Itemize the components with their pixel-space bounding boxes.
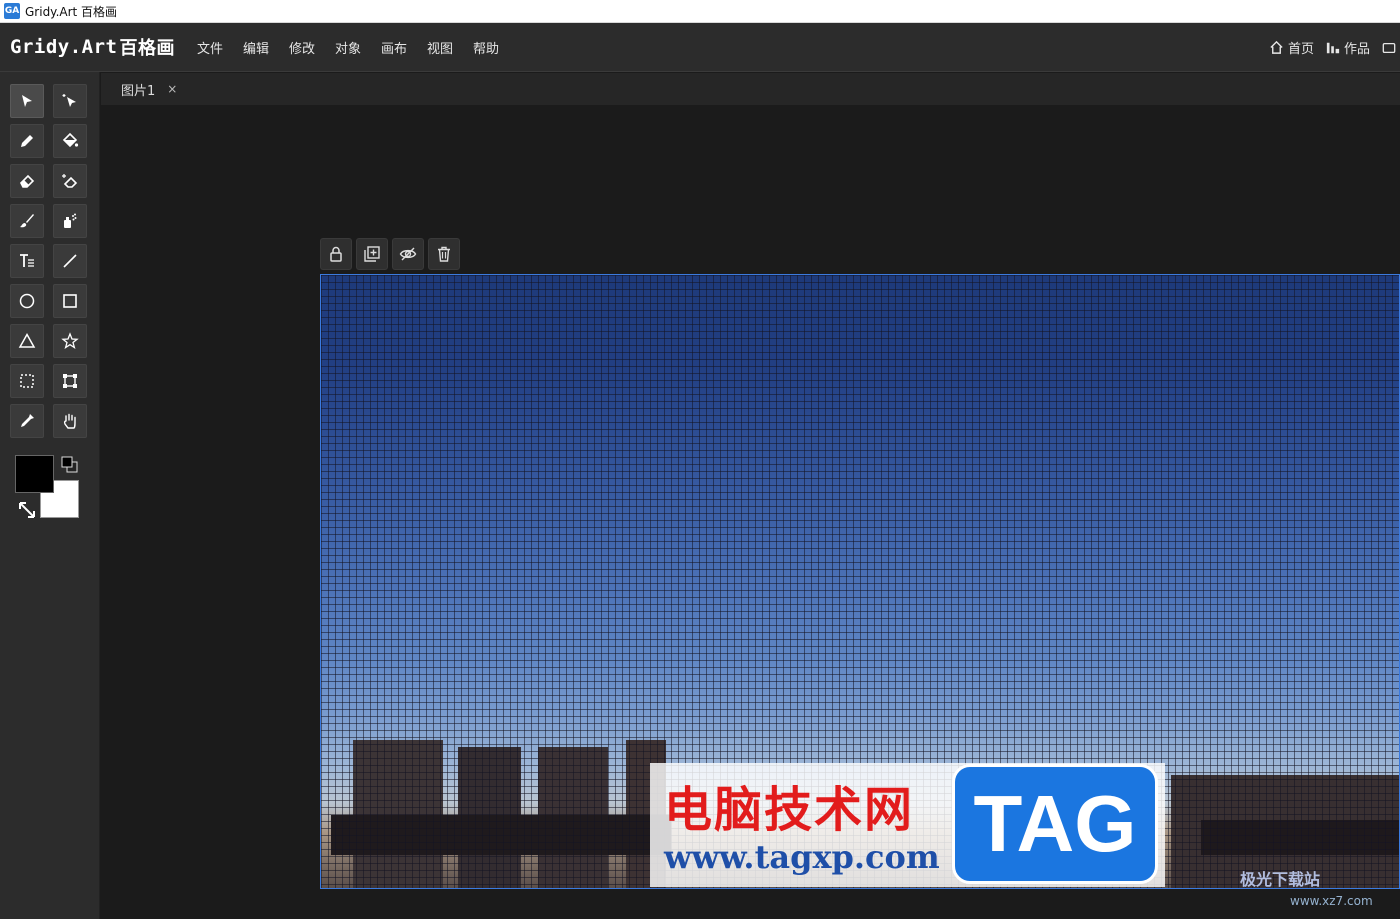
toggle-visibility-button[interactable] [392,238,424,270]
works-link[interactable]: 作品 [1326,38,1370,57]
home-link-label: 首页 [1287,42,1314,57]
magic-cursor-icon [62,94,76,107]
magic-select-tool[interactable] [53,84,87,118]
window-titlebar: GA Gridy.Art 百格画 [0,0,1400,23]
arrow-cursor-icon [22,95,32,107]
swap-colors-icon[interactable] [17,500,37,520]
logo-cn: 百格画 [119,38,175,59]
watermark-site-name: 电脑技术网 [664,782,915,838]
trash-icon [438,246,450,262]
square-icon [63,294,77,308]
eye-slash-icon [399,247,417,261]
window-title: Gridy.Art 百格画 [25,4,118,19]
magic-eraser-tool[interactable] [53,164,87,198]
text-tool[interactable] [10,244,44,278]
text-icon [20,254,34,267]
corner-watermark-url: www.xz7.com [1290,894,1373,908]
eraser-tool[interactable] [10,164,44,198]
eyedropper-tool[interactable] [10,404,44,438]
home-icon [1270,40,1283,54]
triangle-icon [18,332,36,348]
main-menu: 文件 编辑 修改 对象 画布 视图 帮助 [197,38,519,57]
logo-latin: Gridy.Art [10,36,118,58]
menu-view[interactable]: 视图 [427,38,453,57]
menu-canvas[interactable]: 画布 [381,38,407,57]
works-link-label: 作品 [1343,42,1370,57]
lock-layer-button[interactable] [320,238,352,270]
app-icon: GA [4,3,20,19]
pencil-tool[interactable] [10,124,44,158]
rectangle-tool[interactable] [53,284,87,318]
pencil-icon [21,135,33,147]
eraser-icon [20,174,35,188]
header-right-links: 首页 作品 [1269,23,1400,72]
spray-tool[interactable] [53,204,87,238]
star-tool[interactable] [53,324,87,358]
marquee-icon [20,374,34,388]
menu-object[interactable]: 对象 [335,38,361,57]
tab-image-1[interactable]: 图片1 × [109,73,190,105]
magic-eraser-icon [62,174,78,188]
corner-watermark: 极光下载站 [1240,870,1321,889]
works-icon [1326,42,1340,53]
circle-icon [19,293,35,309]
line-tool[interactable] [53,244,87,278]
menubar: Gridy.Art 百格画 文件 编辑 修改 对象 画布 视图 帮助 首页 作品 [0,23,1400,72]
document-tabbar: 图片1 × [101,73,1400,105]
tab-close-button[interactable]: × [167,82,177,96]
brush-icon [20,214,34,228]
layer-toolbar [320,238,464,270]
spray-icon [64,213,77,228]
menu-help[interactable]: 帮助 [473,38,499,57]
transform-icon [63,374,77,388]
menu-file[interactable]: 文件 [197,38,223,57]
delete-layer-button[interactable] [428,238,460,270]
app-logo[interactable]: Gridy.Art 百格画 [10,34,175,60]
watermark-url: www.tagxp.com [664,838,940,876]
home-link[interactable]: 首页 [1269,38,1314,57]
hand-icon [63,413,76,429]
default-colors-icon[interactable] [61,456,79,474]
watermark-tag-logo: TAG [952,764,1158,884]
brush-tool[interactable] [10,204,44,238]
paint-bucket-icon [62,132,79,148]
select-tool[interactable] [10,84,44,118]
marquee-tool[interactable] [10,364,44,398]
hand-tool[interactable] [53,404,87,438]
fill-tool[interactable] [53,124,87,158]
foreground-color-swatch[interactable] [15,455,54,493]
eyedropper-icon [21,414,34,427]
window-icon [1382,42,1396,53]
menu-modify[interactable]: 修改 [289,38,315,57]
add-layer-icon [364,246,380,262]
lock-icon [330,246,342,262]
menu-edit[interactable]: 编辑 [243,38,269,57]
add-layer-button[interactable] [356,238,388,270]
triangle-tool[interactable] [10,324,44,358]
tab-label: 图片1 [121,83,156,99]
tool-palette [0,72,100,919]
transform-tool[interactable] [53,364,87,398]
line-icon [63,254,77,268]
ellipse-tool[interactable] [10,284,44,318]
star-icon [61,332,79,349]
window-link[interactable] [1382,41,1400,55]
